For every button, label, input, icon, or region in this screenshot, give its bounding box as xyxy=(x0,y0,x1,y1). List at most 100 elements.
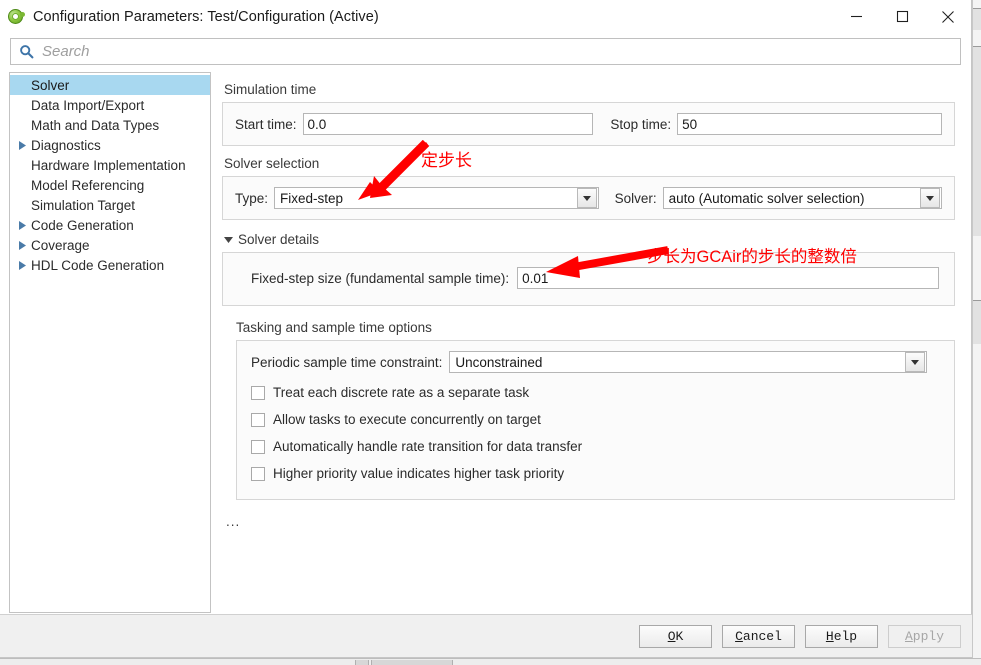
sidebar-item-math-and-data-types[interactable]: Math and Data Types xyxy=(10,115,210,135)
chevron-down-icon[interactable] xyxy=(576,188,597,208)
simulation-time-row: Start time: 0.0 Stop time: 50 xyxy=(235,113,942,135)
title-bar: Configuration Parameters: Test/Configura… xyxy=(0,0,971,33)
more-options-button[interactable]: ... xyxy=(226,514,248,529)
cancel-mnemonic: C xyxy=(735,628,743,644)
minimize-button[interactable] xyxy=(833,0,879,33)
sidebar-item-data-import-export[interactable]: Data Import/Export xyxy=(10,95,210,115)
periodic-sample-time-constraint-dropdown[interactable]: Unconstrained xyxy=(449,351,928,373)
background-taskbar-strip xyxy=(0,658,981,665)
ok-button[interactable]: OK xyxy=(639,624,712,648)
checkbox-concurrent-execution[interactable] xyxy=(251,412,265,427)
expand-arrow-icon[interactable] xyxy=(15,240,29,250)
dialog-footer: OK Cancel Help Apply xyxy=(0,614,972,657)
checkbox-row-concurrent-execution[interactable]: Allow tasks to execute concurrently on t… xyxy=(251,406,940,433)
solver-selection-heading: Solver selection xyxy=(224,156,320,171)
type-label: Type: xyxy=(235,190,269,206)
start-time-label: Start time: xyxy=(235,116,297,132)
solver-type-dropdown[interactable]: Fixed-step xyxy=(274,187,599,209)
sidebar-item-label: Hardware Implementation xyxy=(31,157,186,173)
tasking-options-heading: Tasking and sample time options xyxy=(236,320,432,335)
checkbox-row-task-priority[interactable]: Higher priority value indicates higher t… xyxy=(251,460,940,487)
checkbox-rate-transition[interactable] xyxy=(251,439,265,454)
simulink-icon xyxy=(7,8,25,25)
expand-arrow-icon[interactable] xyxy=(15,220,29,230)
sidebar-item-label: Code Generation xyxy=(31,217,134,233)
solver-details-heading: Solver details xyxy=(238,232,320,247)
periodic-sample-time-constraint-label: Periodic sample time constraint: xyxy=(251,354,443,370)
solver-selection-row: Type: Fixed-step Solver: auto (Automatic… xyxy=(235,187,942,209)
solver-value: auto (Automatic solver selection) xyxy=(668,190,865,206)
sidebar-item-code-generation[interactable]: Code Generation xyxy=(10,215,210,235)
minimize-icon xyxy=(850,15,862,18)
search-input[interactable]: Search xyxy=(10,38,961,65)
start-time-input[interactable]: 0.0 xyxy=(302,113,594,135)
solver-details-disclosure[interactable]: Solver details xyxy=(224,232,959,247)
checkbox-task-priority[interactable] xyxy=(251,466,265,481)
sidebar-item-label: Data Import/Export xyxy=(31,97,145,113)
category-tree[interactable]: Solver Data Import/Export Math and Data … xyxy=(9,72,211,613)
checkbox-label: Higher priority value indicates higher t… xyxy=(273,466,565,481)
fixed-step-size-row: Fixed-step size (fundamental sample time… xyxy=(237,267,940,289)
sidebar-item-coverage[interactable]: Coverage xyxy=(10,235,210,255)
expand-arrow-icon[interactable] xyxy=(15,140,29,150)
solver-dropdown[interactable]: auto (Automatic solver selection) xyxy=(662,187,942,209)
cancel-label: ancel xyxy=(742,628,782,644)
fixed-step-size-input[interactable]: 0.01 xyxy=(517,267,940,289)
solver-type-value: Fixed-step xyxy=(280,190,344,206)
close-icon xyxy=(942,10,954,23)
sidebar-item-hdl-code-generation[interactable]: HDL Code Generation xyxy=(10,255,210,275)
solver-settings-pane: Simulation time Start time: 0.0 Stop tim… xyxy=(218,72,959,613)
chevron-down-icon[interactable] xyxy=(920,188,940,208)
apply-button: Apply xyxy=(888,624,961,648)
sidebar-item-diagnostics[interactable]: Diagnostics xyxy=(10,135,210,155)
help-button[interactable]: Help xyxy=(805,624,878,648)
solver-details-group: Fixed-step size (fundamental sample time… xyxy=(222,252,955,306)
chevron-down-icon[interactable] xyxy=(224,236,233,243)
help-mnemonic: H xyxy=(825,628,834,644)
chevron-down-icon[interactable] xyxy=(905,352,926,372)
solver-selection-group: Type: Fixed-step Solver: auto (Automatic… xyxy=(222,176,955,220)
periodic-constraint-row: Periodic sample time constraint: Unconst… xyxy=(251,351,940,373)
sidebar-item-label: Simulation Target xyxy=(31,197,136,213)
checkbox-separate-task[interactable] xyxy=(251,385,265,400)
checkbox-label: Allow tasks to execute concurrently on t… xyxy=(273,412,541,427)
sidebar-item-label: Coverage xyxy=(31,237,90,253)
ok-mnemonic: O xyxy=(667,628,676,644)
sidebar-item-label: Solver xyxy=(31,77,70,93)
search-placeholder: Search xyxy=(42,43,90,60)
fixed-step-size-label: Fixed-step size (fundamental sample time… xyxy=(251,270,510,286)
sidebar-item-label: Math and Data Types xyxy=(31,117,160,133)
sidebar-item-model-referencing[interactable]: Model Referencing xyxy=(10,175,210,195)
checkbox-label: Treat each discrete rate as a separate t… xyxy=(273,385,530,400)
stop-time-input[interactable]: 50 xyxy=(677,113,942,135)
tasking-options-group: Periodic sample time constraint: Unconst… xyxy=(236,340,955,500)
apply-label: pply xyxy=(912,628,945,644)
stop-time-label: Stop time: xyxy=(610,116,672,132)
search-bar: Search xyxy=(0,33,971,71)
solver-label: Solver: xyxy=(614,190,657,206)
help-label: elp xyxy=(833,628,858,644)
sidebar-item-label: Diagnostics xyxy=(31,137,101,153)
sidebar-item-solver[interactable]: Solver xyxy=(10,75,210,95)
maximize-icon xyxy=(896,10,908,23)
close-button[interactable] xyxy=(925,0,971,33)
cancel-button[interactable]: Cancel xyxy=(722,624,795,648)
window-title: Configuration Parameters: Test/Configura… xyxy=(33,8,379,25)
dialog-body: Solver Data Import/Export Math and Data … xyxy=(0,71,971,619)
periodic-sample-time-constraint-value: Unconstrained xyxy=(455,354,543,370)
checkbox-row-separate-task[interactable]: Treat each discrete rate as a separate t… xyxy=(251,379,940,406)
configuration-parameters-window: Configuration Parameters: Test/Configura… xyxy=(0,0,972,658)
window-controls xyxy=(833,0,971,33)
sidebar-item-simulation-target[interactable]: Simulation Target xyxy=(10,195,210,215)
ok-label: K xyxy=(675,628,684,644)
expand-arrow-icon[interactable] xyxy=(15,260,29,270)
sidebar-item-label: Model Referencing xyxy=(31,177,145,193)
sidebar-item-hardware-implementation[interactable]: Hardware Implementation xyxy=(10,155,210,175)
apply-mnemonic: A xyxy=(904,628,913,644)
maximize-button[interactable] xyxy=(879,0,925,33)
checkbox-label: Automatically handle rate transition for… xyxy=(273,439,583,454)
simulation-time-heading: Simulation time xyxy=(224,82,317,97)
screen: Configuration Parameters: Test/Configura… xyxy=(0,0,981,665)
checkbox-row-rate-transition[interactable]: Automatically handle rate transition for… xyxy=(251,433,940,460)
background-window-right-edge xyxy=(972,0,981,665)
